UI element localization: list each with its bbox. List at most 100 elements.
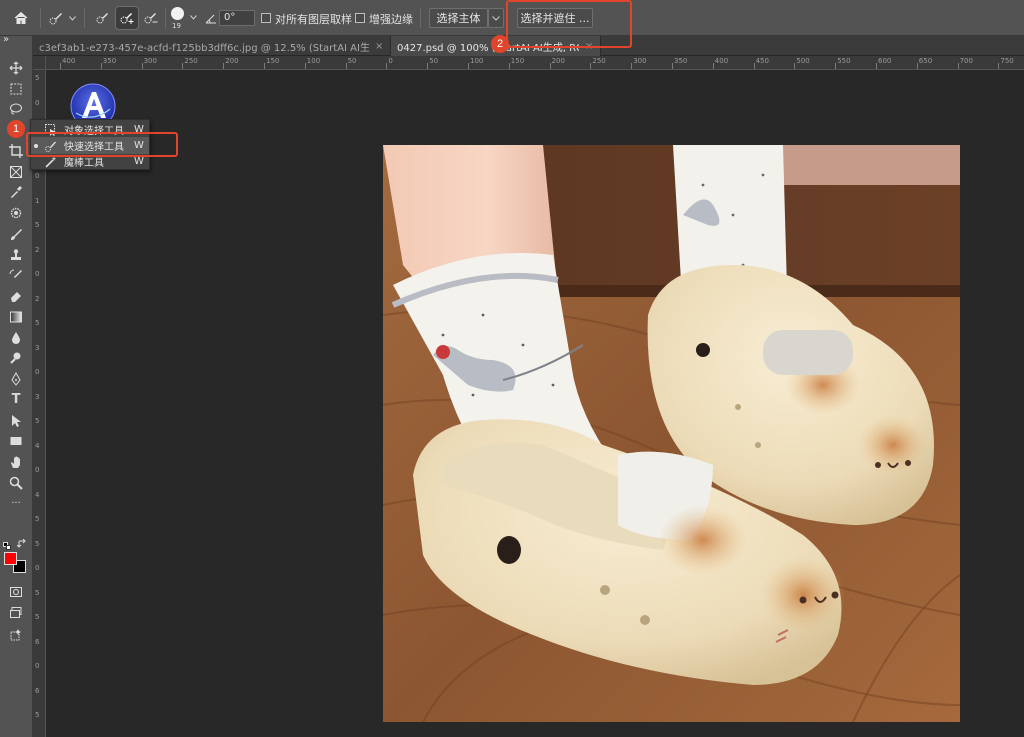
gradient-icon — [10, 311, 22, 322]
blur-tool[interactable] — [4, 328, 28, 347]
ruler-tick-label: 3 — [35, 392, 40, 401]
ruler-tick-label: 550 — [837, 57, 851, 65]
lasso-tool[interactable] — [4, 99, 28, 118]
move-icon — [9, 61, 23, 74]
chevron-down-icon — [190, 15, 197, 20]
ruler-tick-label: 100 — [470, 57, 484, 65]
pen-tool[interactable] — [4, 369, 28, 388]
foreground-color-swatch[interactable] — [4, 552, 17, 565]
ruler-tick-label: 0 — [35, 172, 40, 180]
ruler-tick-label: 200 — [225, 57, 239, 65]
hand-tool[interactable] — [4, 452, 28, 471]
dodge-tool[interactable] — [4, 348, 28, 367]
add-to-selection-button[interactable] — [115, 6, 139, 30]
tool-preset-picker[interactable] — [46, 7, 78, 29]
history-brush-tool[interactable] — [4, 265, 28, 284]
rectangle-tool[interactable] — [4, 431, 28, 450]
add-to-selection-icon — [120, 13, 134, 24]
ruler-tick-label: 5 — [35, 613, 40, 621]
ruler-tick-label: 5 — [35, 588, 40, 597]
ruler-tick-label: 4 — [35, 490, 40, 499]
hand-icon — [11, 456, 20, 468]
ruler-tick-label: 4 — [35, 441, 40, 450]
ruler-tick-label: 0 — [35, 466, 40, 474]
zoom-tool[interactable] — [4, 473, 28, 492]
history-brush-icon — [9, 269, 22, 278]
gradient-tool[interactable] — [4, 307, 28, 326]
sample-all-layers-checkbox[interactable] — [261, 13, 271, 23]
default-colors-icon[interactable] — [3, 542, 11, 550]
ruler-tick-label: 0 — [35, 368, 40, 376]
crop-tool[interactable] — [4, 141, 28, 160]
ruler-tick-label: 3 — [35, 343, 40, 352]
ruler-tick-label: 750 — [1000, 57, 1014, 65]
ruler-tick-label: 5 — [35, 515, 40, 523]
ruler-tick-label: 300 — [633, 57, 647, 65]
drop-icon — [12, 331, 20, 344]
highlight-select-and-mask — [506, 0, 632, 48]
clone-stamp-tool[interactable] — [4, 245, 28, 264]
healing-brush-tool[interactable] — [4, 203, 28, 222]
ruler-tick-label: 5 — [35, 221, 40, 229]
eyedropper-tool[interactable] — [4, 182, 28, 201]
enhance-edge-label: 增强边缘 — [369, 13, 413, 26]
ruler-tick-label: 400 — [62, 57, 76, 65]
rectangle-icon — [10, 436, 22, 445]
brush-size-value: 19 — [172, 22, 181, 30]
enhance-edge-checkbox[interactable] — [355, 13, 365, 23]
ruler-tick-label: 500 — [796, 57, 810, 65]
frame-icon — [10, 165, 22, 178]
type-tool[interactable]: T — [4, 390, 28, 409]
lasso-icon — [10, 103, 22, 114]
eraser-tool[interactable] — [4, 286, 28, 305]
swap-colors-icon[interactable] — [16, 538, 27, 549]
ruler-tick-label: 450 — [755, 57, 769, 65]
rectangle-marquee-icon — [10, 83, 22, 94]
path-selection-tool[interactable] — [4, 411, 28, 430]
ruler-tick-label: 5 — [35, 74, 40, 82]
crop-icon — [9, 143, 23, 158]
brush-tool[interactable] — [4, 224, 28, 243]
close-icon[interactable]: × — [375, 41, 383, 52]
select-subject-button[interactable]: 选择主体 — [429, 8, 488, 28]
ruler-tick-label: 350 — [674, 57, 688, 65]
subtract-from-selection-button[interactable] — [140, 7, 162, 29]
ruler-tick-label: 150 — [510, 57, 525, 65]
ruler-origin[interactable] — [33, 56, 46, 70]
tab-document-1[interactable]: c3ef3ab1-e273-457e-acfd-f125bb3dff6c.jpg… — [33, 36, 391, 56]
screen-mode-button[interactable] — [4, 603, 28, 622]
ruler-tick-label: 250 — [592, 57, 606, 65]
eyedropper-icon — [11, 185, 22, 198]
pen-icon — [11, 371, 21, 386]
quick-mask-button[interactable] — [4, 582, 28, 601]
collapse-toolbar-button[interactable]: » — [3, 34, 9, 45]
select-subject-dropdown[interactable] — [488, 8, 504, 28]
healing-icon — [10, 207, 22, 218]
ruler-tick-label: 0 — [35, 270, 40, 278]
brush-size-picker[interactable]: 19 — [168, 4, 202, 32]
highlight-quick-selection — [26, 132, 178, 157]
ruler-tick-label: 6 — [35, 637, 40, 646]
vertical-ruler[interactable]: 505101520253035404550556065 — [33, 70, 46, 737]
ruler-tick-label: 2 — [35, 294, 40, 303]
step-badge-1: 1 — [7, 120, 25, 138]
ruler-tick-label: 300 — [143, 57, 157, 65]
tab-label: c3ef3ab1-e273-457e-acfd-f125bb3dff6c.jpg… — [39, 42, 369, 54]
marquee-tool[interactable] — [4, 79, 28, 98]
more-tools-button[interactable]: ··· — [4, 494, 28, 513]
document-image[interactable] — [383, 145, 960, 722]
new-selection-button[interactable] — [92, 7, 114, 29]
angle-input[interactable]: 0° — [219, 10, 255, 26]
shortcut-key: W — [134, 156, 144, 167]
brush-icon — [11, 228, 22, 240]
move-tool[interactable] — [4, 58, 28, 77]
frame-tool[interactable] — [4, 162, 28, 181]
horizontal-ruler[interactable]: 400 350 300 250 200 150 100 50 0 50 100 150 200 250 30… — [46, 56, 1024, 70]
home-button[interactable] — [8, 7, 34, 29]
ruler-tick-label: 5 — [35, 319, 40, 327]
brush-tip-preview — [171, 7, 184, 20]
ruler-tick-label: 2 — [35, 245, 40, 254]
generative-tool-button[interactable] — [4, 625, 28, 644]
chevron-down-icon — [492, 15, 500, 21]
ruler-tick-label: 50 — [429, 57, 439, 65]
